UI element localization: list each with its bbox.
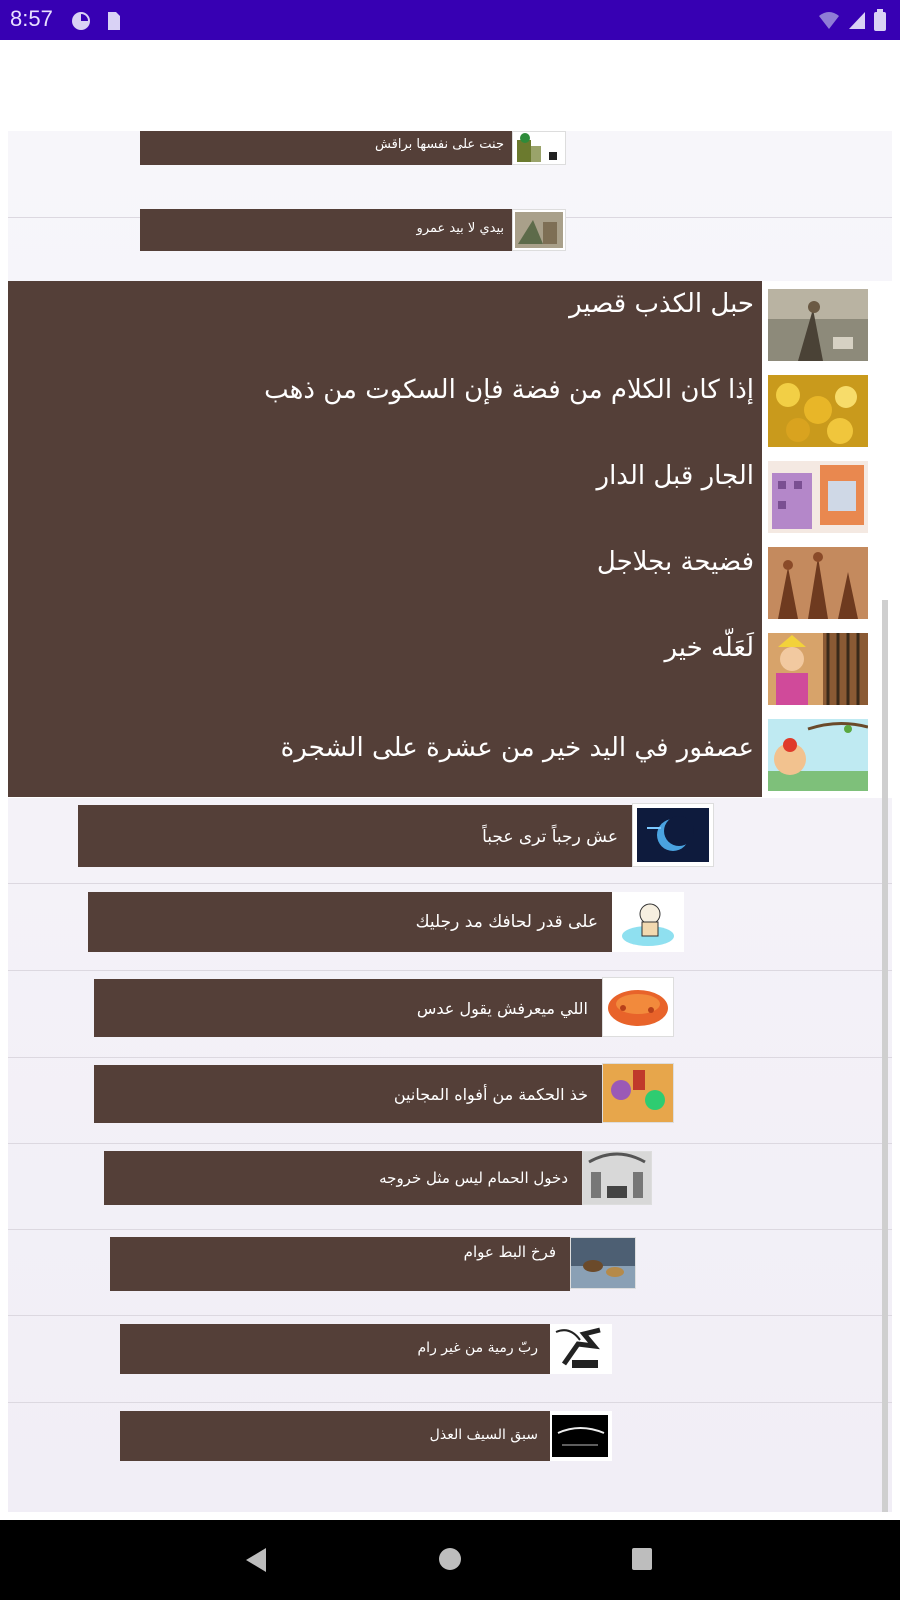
ducks-image — [570, 1237, 636, 1289]
item-label: على قدر لحافك مد رجليك — [415, 912, 598, 932]
item-label: اللي ميعرفش يقول عدس — [416, 999, 588, 1018]
item-card[interactable]: بيدي لا بيد عمرو — [140, 209, 512, 251]
list-item[interactable]: فضيحة بجلاجل — [8, 539, 892, 626]
battery-icon — [874, 9, 886, 31]
item-card[interactable]: اللي ميعرفش يقول عدس — [94, 979, 602, 1037]
blanket-figure-image — [612, 892, 684, 952]
list-item[interactable]: على قدر لحافك مد رجليك — [8, 884, 892, 971]
item-label: الجار قبل الدار — [596, 461, 754, 491]
sim-card-icon — [108, 12, 120, 30]
item-card[interactable]: فرخ البط عوام — [110, 1237, 570, 1291]
item-label: بيدي لا بيد عمرو — [416, 221, 504, 236]
item-label: سبق السيف العذل — [429, 1427, 538, 1443]
item-label: عصفور في اليد خير من عشرة على الشجرة — [280, 733, 754, 763]
status-time: 8:57 — [10, 6, 53, 31]
archer-image — [550, 1324, 612, 1374]
sync-icon — [72, 12, 90, 30]
list-item[interactable]: خذ الحكمة من أفواه المجانين — [8, 1057, 892, 1144]
list-item[interactable]: دخول الحمام ليس مثل خروجه — [8, 1143, 892, 1230]
list-item[interactable]: اللي ميعرفش يقول عدس — [8, 971, 892, 1058]
houses-image — [768, 461, 868, 533]
cartoon-characters-image — [602, 1063, 674, 1123]
crowd-scene-image — [768, 547, 868, 619]
item-label: فضيحة بجلاجل — [596, 547, 754, 577]
item-label: فرخ البط عوام — [463, 1243, 556, 1261]
list-item[interactable]: عصفور في اليد خير من عشرة على الشجرة — [8, 711, 892, 798]
signal-icon — [849, 12, 865, 29]
list-item[interactable]: بيدي لا بيد عمرو — [8, 196, 892, 283]
home-icon[interactable] — [438, 1546, 462, 1572]
item-card[interactable]: جنت على نفسها براقش — [140, 131, 512, 165]
item-label: خذ الحكمة من أفواه المجانين — [393, 1085, 588, 1104]
item-card[interactable]: دخول الحمام ليس مثل خروجه — [104, 1151, 582, 1205]
item-label: ربّ رمية من غير رام — [417, 1340, 538, 1356]
list-item[interactable]: عش رجباً ترى عجباً — [8, 797, 892, 884]
list-item[interactable]: ربّ رمية من غير رام — [8, 1316, 892, 1403]
back-icon[interactable] — [244, 1546, 268, 1574]
list-item[interactable]: الجار قبل الدار — [8, 453, 892, 540]
item-label: إذا كان الكلام من فضة فإن السكوت من ذهب — [264, 375, 754, 405]
recents-icon[interactable] — [630, 1546, 654, 1572]
list-item[interactable]: حبل الكذب قصير — [8, 281, 892, 368]
wifi-icon — [819, 12, 839, 29]
item-label: عش رجباً ترى عجباً — [482, 827, 618, 847]
proverbs-list[interactable]: جنت على نفسها براقش بيدي لا بيد عمرو حبل… — [8, 131, 892, 1512]
crescent-moon-image — [632, 803, 714, 867]
item-label: دخول الحمام ليس مثل خروجه — [379, 1169, 568, 1187]
king-prison-image — [768, 633, 868, 705]
list-item[interactable]: فرخ البط عوام — [8, 1229, 892, 1316]
sword-calligraphy-image — [550, 1411, 612, 1461]
item-card[interactable]: ربّ رمية من غير رام — [120, 1324, 550, 1374]
item-label: لَعَلّه خير — [664, 633, 754, 663]
lentils-image — [602, 977, 674, 1037]
bird-hand-image — [768, 719, 868, 791]
item-card[interactable]: سبق السيف العذل — [120, 1411, 550, 1461]
item-card[interactable]: على قدر لحافك مد رجليك — [88, 892, 612, 952]
shepherd-image — [768, 289, 868, 361]
scrollbar[interactable] — [882, 600, 888, 1512]
warrior-scene-image — [512, 209, 566, 251]
item-card[interactable]: خذ الحكمة من أفواه المجانين — [94, 1065, 602, 1123]
goat-hut-image — [512, 131, 566, 165]
list-item[interactable]: سبق السيف العذل — [8, 1403, 892, 1490]
bath-house-image — [582, 1151, 652, 1205]
list-item[interactable]: لَعَلّه خير — [8, 625, 892, 712]
item-label: حبل الكذب قصير — [569, 289, 754, 319]
item-card[interactable]: عش رجباً ترى عجباً — [78, 805, 632, 867]
item-label: جنت على نفسها براقش — [375, 137, 504, 152]
gold-coins-image — [768, 375, 868, 447]
navigation-bar — [0, 1520, 900, 1600]
status-bar: 8:57 — [0, 0, 900, 40]
list-item[interactable]: إذا كان الكلام من فضة فإن السكوت من ذهب — [8, 367, 892, 454]
